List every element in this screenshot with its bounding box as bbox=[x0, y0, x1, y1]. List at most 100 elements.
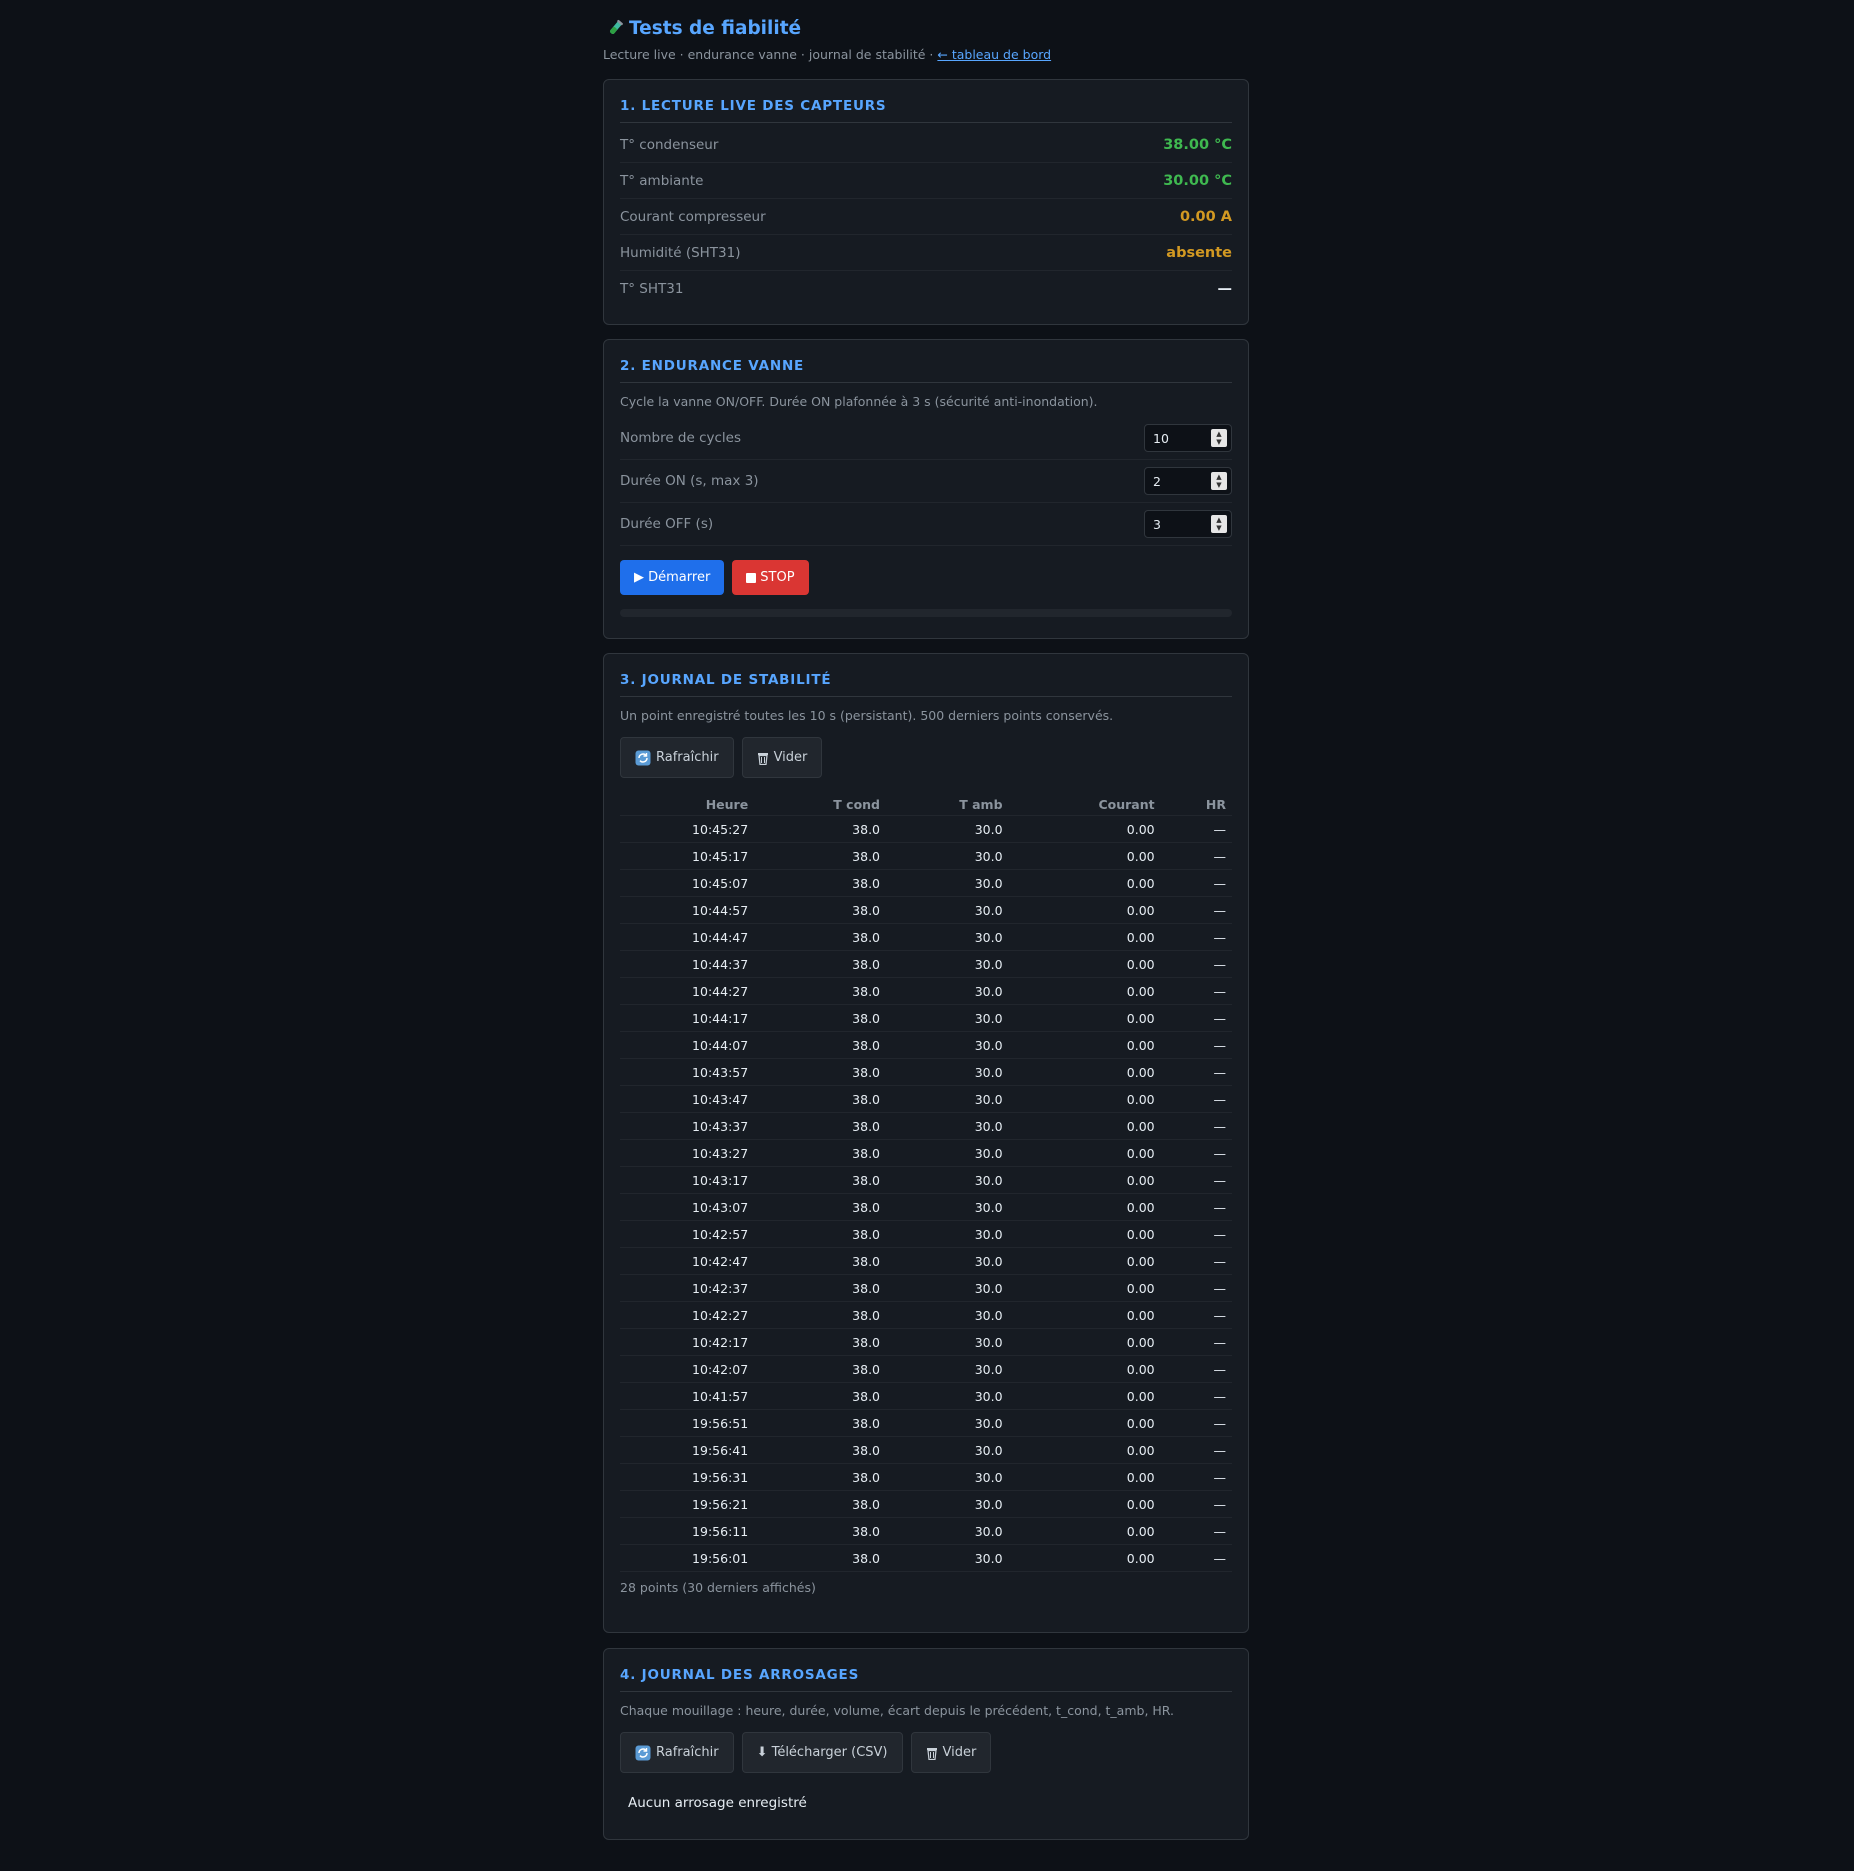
table-cell: 30.0 bbox=[886, 1301, 1009, 1329]
table-cell: — bbox=[1160, 1544, 1232, 1572]
table-cell: 38.0 bbox=[754, 1463, 887, 1491]
on-duration-input[interactable]: 2 ▲ ▼ bbox=[1144, 467, 1232, 495]
sensors-card: 1. LECTURE LIVE DES CAPTEURS T° condense… bbox=[603, 79, 1249, 325]
table-cell: 30.0 bbox=[886, 923, 1009, 951]
table-cell: — bbox=[1160, 1436, 1232, 1464]
stop-button[interactable]: STOP bbox=[732, 560, 809, 595]
spinner-icon[interactable]: ▲ ▼ bbox=[1211, 472, 1227, 490]
table-row: 10:44:27 38.0 30.0 0.00— bbox=[620, 977, 1232, 1005]
table-cell: 10:43:17 bbox=[620, 1166, 755, 1194]
refresh-label: Rafraîchir bbox=[656, 750, 719, 765]
table-cell: — bbox=[1160, 1085, 1232, 1113]
table-cell: 0.00 bbox=[1008, 1031, 1161, 1059]
table-row: 10:42:17 38.0 30.0 0.00— bbox=[620, 1328, 1232, 1356]
stability-clear-button[interactable]: Vider bbox=[741, 737, 823, 778]
table-cell: 30.0 bbox=[886, 1139, 1009, 1167]
page: Tests de fiabilité Lecture live · endura… bbox=[603, 0, 1251, 1840]
table-cell: 30.0 bbox=[886, 1328, 1009, 1356]
table-cell: — bbox=[1160, 1355, 1232, 1383]
table-cell: 30.0 bbox=[886, 1193, 1009, 1221]
table-cell: 30.0 bbox=[886, 1274, 1009, 1302]
sensor-label: T° ambiante bbox=[620, 172, 704, 189]
sensor-row-compressor-current: Courant compresseur 0.00 A bbox=[620, 199, 1232, 235]
watering-empty-message: Aucun arrosage enregistré bbox=[628, 1795, 807, 1811]
table-cell: 10:44:27 bbox=[620, 977, 755, 1005]
table-cell: 38.0 bbox=[754, 842, 887, 870]
table-cell: 30.0 bbox=[886, 1517, 1009, 1545]
table-cell: 30.0 bbox=[886, 1112, 1009, 1140]
table-cell: 0.00 bbox=[1008, 1409, 1161, 1437]
table-cell: 0.00 bbox=[1008, 1112, 1161, 1140]
table-cell: 0.00 bbox=[1008, 923, 1161, 951]
table-cell: — bbox=[1160, 1463, 1232, 1491]
table-row: 19:56:21 38.0 30.0 0.00— bbox=[620, 1490, 1232, 1518]
table-cell: 19:56:21 bbox=[620, 1490, 755, 1518]
table-cell: 38.0 bbox=[754, 896, 887, 924]
stability-card: 3. JOURNAL DE STABILITÉ Un point enregis… bbox=[603, 653, 1249, 1633]
table-cell: 30.0 bbox=[886, 1409, 1009, 1437]
watering-refresh-button[interactable]: Rafraîchir bbox=[620, 1732, 734, 1773]
download-csv-button[interactable]: ⬇ Télécharger (CSV) bbox=[741, 1732, 903, 1773]
dashboard-link[interactable]: ← tableau de bord bbox=[937, 47, 1051, 62]
table-cell: — bbox=[1160, 1490, 1232, 1518]
sensor-row-humidity: Humidité (SHT31) absente bbox=[620, 235, 1232, 271]
table-cell: 30.0 bbox=[886, 1004, 1009, 1032]
table-cell: 30.0 bbox=[886, 1085, 1009, 1113]
table-cell: 10:43:07 bbox=[620, 1193, 755, 1221]
table-row: 10:42:37 38.0 30.0 0.00— bbox=[620, 1274, 1232, 1302]
table-cell: 38.0 bbox=[754, 1328, 887, 1356]
table-row: 10:45:27 38.0 30.0 0.00— bbox=[620, 815, 1232, 843]
table-cell: 0.00 bbox=[1008, 1274, 1161, 1302]
sensor-label: Humidité (SHT31) bbox=[620, 244, 741, 261]
stability-heading: 3. JOURNAL DE STABILITÉ bbox=[620, 654, 1232, 697]
stability-refresh-button[interactable]: Rafraîchir bbox=[620, 737, 734, 778]
table-cell: 38.0 bbox=[754, 1355, 887, 1383]
sensor-value: absente bbox=[1166, 244, 1232, 261]
sensor-row-sht31-temp: T° SHT31 — bbox=[620, 271, 1232, 306]
refresh-icon bbox=[635, 750, 651, 765]
table-cell: 0.00 bbox=[1008, 1544, 1161, 1572]
table-row: 10:43:17 38.0 30.0 0.00— bbox=[620, 1166, 1232, 1194]
table-cell: 10:41:57 bbox=[620, 1382, 755, 1410]
input-value: 2 bbox=[1153, 473, 1161, 489]
table-cell: 19:56:41 bbox=[620, 1436, 755, 1464]
spinner-icon[interactable]: ▲ ▼ bbox=[1211, 429, 1227, 447]
table-cell: 0.00 bbox=[1008, 1220, 1161, 1248]
table-cell: 30.0 bbox=[886, 815, 1009, 843]
page-title-text: Tests de fiabilité bbox=[629, 18, 802, 39]
off-duration-input[interactable]: 3 ▲ ▼ bbox=[1144, 510, 1232, 538]
table-cell: 30.0 bbox=[886, 1490, 1009, 1518]
spinner-icon[interactable]: ▲ ▼ bbox=[1211, 515, 1227, 533]
table-cell: 38.0 bbox=[754, 1490, 887, 1518]
param-row-cycles: Nombre de cycles 10 ▲ ▼ bbox=[620, 417, 1232, 460]
table-cell: — bbox=[1160, 1139, 1232, 1167]
table-cell: 30.0 bbox=[886, 1058, 1009, 1086]
stability-buttons: Rafraîchir Vider bbox=[620, 731, 1232, 778]
cycles-input[interactable]: 10 ▲ ▼ bbox=[1144, 424, 1232, 452]
table-row: 10:44:47 38.0 30.0 0.00— bbox=[620, 923, 1232, 951]
sensor-value: 38.00 °C bbox=[1163, 136, 1232, 153]
table-cell: 38.0 bbox=[754, 1031, 887, 1059]
table-row: 19:56:51 38.0 30.0 0.00— bbox=[620, 1409, 1232, 1437]
table-cell: 30.0 bbox=[886, 1463, 1009, 1491]
table-row: 10:43:57 38.0 30.0 0.00— bbox=[620, 1058, 1232, 1086]
table-cell: 30.0 bbox=[886, 1544, 1009, 1572]
table-row: 10:42:57 38.0 30.0 0.00— bbox=[620, 1220, 1232, 1248]
table-row: 19:56:41 38.0 30.0 0.00— bbox=[620, 1436, 1232, 1464]
start-button[interactable]: ▶ Démarrer bbox=[620, 560, 725, 595]
table-cell: 30.0 bbox=[886, 1382, 1009, 1410]
table-cell: 0.00 bbox=[1008, 1490, 1161, 1518]
table-row: 10:44:17 38.0 30.0 0.00— bbox=[620, 1004, 1232, 1032]
watering-clear-button[interactable]: Vider bbox=[910, 1732, 992, 1773]
table-cell: 19:56:31 bbox=[620, 1463, 755, 1491]
table-cell: 38.0 bbox=[754, 1436, 887, 1464]
endurance-description: Cycle la vanne ON/OFF. Durée ON plafonné… bbox=[620, 394, 1098, 409]
trash-icon bbox=[926, 1747, 937, 1760]
table-cell: — bbox=[1160, 1193, 1232, 1221]
table-cell: 19:56:01 bbox=[620, 1544, 755, 1572]
column-header-t-amb: T amb bbox=[886, 793, 1009, 816]
table-cell: 38.0 bbox=[754, 1058, 887, 1086]
sensor-row-ambient-temp: T° ambiante 30.00 °C bbox=[620, 163, 1232, 199]
table-cell: 10:45:07 bbox=[620, 869, 755, 897]
stability-table: Heure T cond T amb Courant HR 10:45:27 38… bbox=[620, 793, 1232, 1572]
